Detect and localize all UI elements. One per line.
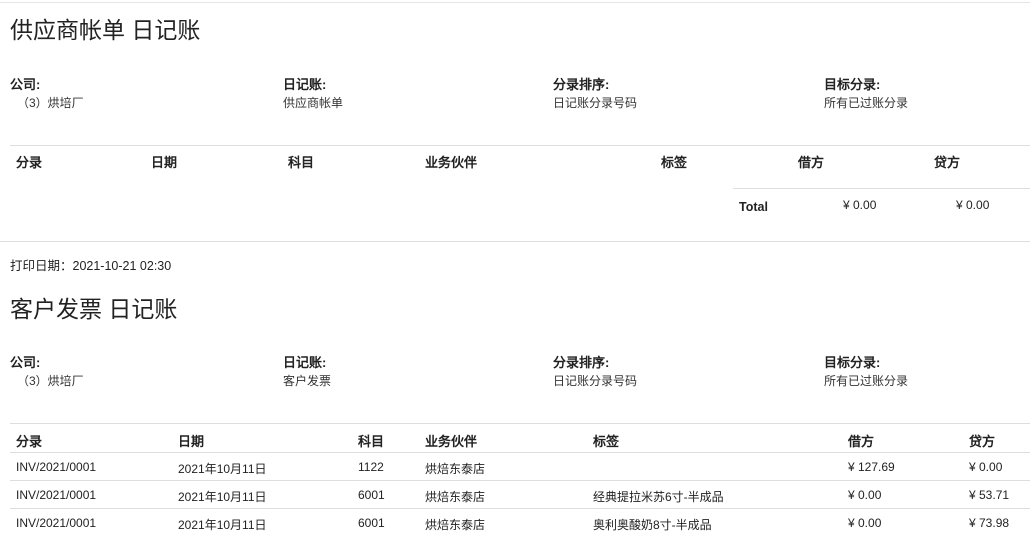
journal-value: 供应商帐单 xyxy=(283,96,344,110)
sort-label: 分录排序: xyxy=(553,77,610,92)
row-divider xyxy=(10,480,1030,481)
target-value: 所有已过账分录 xyxy=(824,374,909,388)
vendor-bill-journal-title: 供应商帐单 日记账 xyxy=(10,17,201,43)
total-credit: ¥ 0.00 xyxy=(956,198,990,212)
section-divider xyxy=(0,241,1030,242)
col-header-partner: 业务伙伴 xyxy=(425,434,478,449)
row1-entry: INV/2021/0001 xyxy=(16,460,97,474)
total-label: Total xyxy=(739,200,768,214)
header-bottom-border xyxy=(10,452,1030,453)
journal-value: 客户发票 xyxy=(283,374,332,388)
row3-account: 6001 xyxy=(358,516,385,530)
row3-partner: 烘焙东泰店 xyxy=(425,518,486,532)
row3-credit: ¥ 73.98 xyxy=(969,516,1010,530)
col-header-label: 标签 xyxy=(661,155,688,170)
col-header-partner: 业务伙伴 xyxy=(425,155,478,170)
row2-entry: INV/2021/0001 xyxy=(16,488,97,502)
table-top-border xyxy=(10,145,1030,146)
row2-date: 2021年10月11日 xyxy=(178,490,267,504)
sort-label: 分录排序: xyxy=(553,355,610,370)
col-header-label: 标签 xyxy=(593,434,620,449)
row3-debit: ¥ 0.00 xyxy=(848,516,882,530)
sort-value: 日记账分录号码 xyxy=(553,374,638,388)
row2-account: 6001 xyxy=(358,488,385,502)
total-debit: ¥ 0.00 xyxy=(843,198,877,212)
col-header-credit: 贷方 xyxy=(969,434,996,449)
col-header-entry: 分录 xyxy=(16,155,43,170)
target-value: 所有已过账分录 xyxy=(824,96,909,110)
sort-value: 日记账分录号码 xyxy=(553,96,638,110)
customer-invoice-journal-title: 客户发票 日记账 xyxy=(10,296,178,322)
row1-credit: ¥ 0.00 xyxy=(969,460,1003,474)
col-header-date: 日期 xyxy=(178,434,205,449)
row-divider xyxy=(10,508,1030,509)
row2-label: 经典提拉米苏6寸-半成品 xyxy=(593,490,724,504)
col-header-debit: 借方 xyxy=(848,434,875,449)
col-header-entry: 分录 xyxy=(16,434,43,449)
company-label: 公司: xyxy=(10,355,41,370)
row2-credit: ¥ 53.71 xyxy=(969,488,1010,502)
top-divider xyxy=(0,2,1030,3)
table-top-border xyxy=(10,423,1030,424)
col-header-account: 科目 xyxy=(288,155,315,170)
journal-label: 日记账: xyxy=(283,355,327,370)
company-value: （3）烘培厂 xyxy=(17,96,84,110)
target-label: 目标分录: xyxy=(824,77,881,92)
col-header-date: 日期 xyxy=(151,155,178,170)
row3-entry: INV/2021/0001 xyxy=(16,516,97,530)
col-header-debit: 借方 xyxy=(798,155,825,170)
company-label: 公司: xyxy=(10,77,41,92)
total-top-border xyxy=(733,188,1030,189)
row2-debit: ¥ 0.00 xyxy=(848,488,882,502)
row1-debit: ¥ 127.69 xyxy=(848,460,895,474)
row3-label: 奥利奥酸奶8寸-半成品 xyxy=(593,518,712,532)
target-label: 目标分录: xyxy=(824,355,881,370)
col-header-credit: 贷方 xyxy=(934,155,961,170)
row3-date: 2021年10月11日 xyxy=(178,518,267,532)
journal-label: 日记账: xyxy=(283,77,327,92)
row1-partner: 烘焙东泰店 xyxy=(425,462,486,476)
row1-date: 2021年10月11日 xyxy=(178,462,267,476)
company-value: （3）烘培厂 xyxy=(17,374,84,388)
print-date: 打印日期：2021-10-21 02:30 xyxy=(10,259,172,273)
row1-account: 1122 xyxy=(358,460,384,474)
col-header-account: 科目 xyxy=(358,434,385,449)
row2-partner: 烘焙东泰店 xyxy=(425,490,486,504)
